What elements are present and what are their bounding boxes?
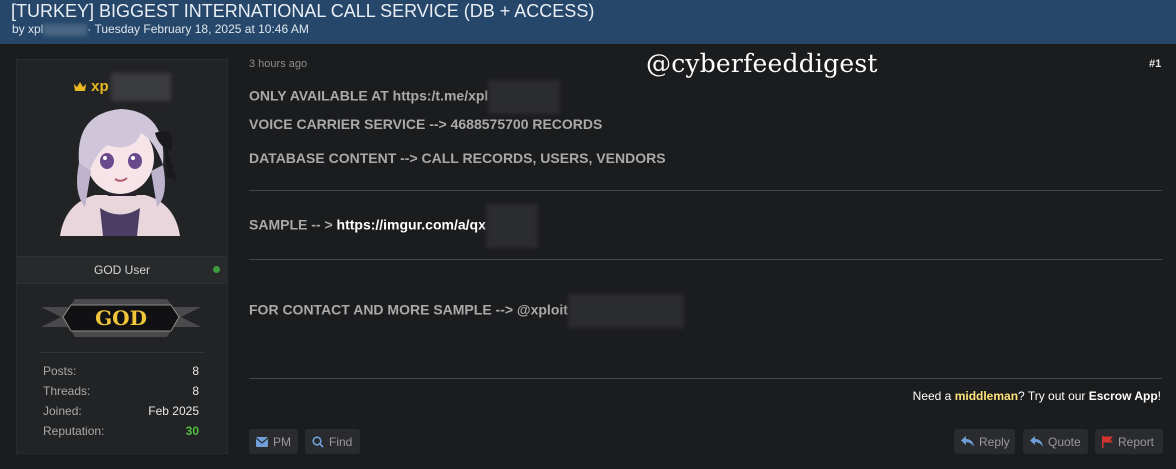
post-time[interactable]: 3 hours ago: [249, 58, 307, 70]
post-divider: [249, 190, 1162, 191]
escrow-text: ? Try out our: [1018, 389, 1089, 403]
username[interactable]: xp: [73, 73, 171, 101]
escrow-text: !: [1157, 389, 1161, 403]
stat-value: 8: [192, 364, 199, 378]
report-label: Report: [1118, 434, 1155, 449]
post-line-voice: VOICE CARRIER SERVICE --> 4688575700 REC…: [249, 116, 603, 132]
reply-icon: [961, 436, 974, 447]
flag-icon: [1102, 435, 1113, 448]
thread-title: [TURKEY] BIGGEST INTERNATIONAL CALL SERV…: [11, 1, 595, 21]
redacted-author: [43, 23, 88, 36]
rank-row: GOD User: [17, 256, 227, 284]
stat-joined: Joined: Feb 2025: [43, 404, 199, 418]
reply-label: Reply: [979, 434, 1010, 449]
stat-posts: Posts: 8: [43, 364, 199, 378]
redacted-username: [110, 73, 171, 101]
post-line-content: DATABASE CONTENT --> CALL RECORDS, USERS…: [249, 150, 666, 166]
stat-label: Posts:: [43, 364, 77, 378]
crown-icon: [73, 78, 91, 95]
reply-button[interactable]: Reply: [954, 429, 1015, 454]
divider: [39, 352, 205, 353]
escrow-text: Need a: [912, 389, 955, 403]
stat-value: 8: [192, 384, 199, 398]
redacted-sample: [485, 204, 538, 248]
report-button[interactable]: Report: [1095, 429, 1163, 454]
post-divider: [249, 259, 1162, 260]
thread-byline: by xpl · Tuesday February 18, 2025 at 10:…: [12, 22, 309, 36]
stat-label: Threads:: [43, 384, 91, 398]
rank-label: GOD User: [93, 263, 150, 277]
escrow-app-link[interactable]: Escrow App: [1089, 389, 1158, 403]
sample-label: SAMPLE -- >: [249, 216, 337, 233]
post-line-telegram: ONLY AVAILABLE AT https:/t.me/xpl: [249, 80, 561, 114]
online-indicator: [213, 266, 220, 273]
stat-reputation: Reputation: 30: [43, 424, 199, 438]
post-line-sample: SAMPLE -- > https://imgur.com/a/qx: [249, 204, 538, 248]
stat-label: Reputation:: [43, 424, 105, 438]
post-divider: [249, 378, 1162, 379]
envelope-icon: [256, 436, 268, 447]
pm-button[interactable]: PM: [249, 429, 298, 454]
username-text: xp: [91, 77, 109, 95]
quote-label: Quote: [1048, 434, 1081, 449]
post-date: · Tuesday February 18, 2025 at 10:46 AM: [87, 22, 309, 36]
find-button[interactable]: Find: [305, 429, 360, 454]
watermark: @cyberfeeddigest: [646, 49, 878, 78]
stat-value: Feb 2025: [148, 404, 199, 418]
redacted-telegram: [488, 80, 561, 114]
god-rank-badge: GOD: [41, 295, 201, 341]
sample-link[interactable]: https://imgur.com/a/qx: [337, 217, 486, 233]
thread-header: [TURKEY] BIGGEST INTERNATIONAL CALL SERV…: [0, 0, 1176, 44]
quote-icon: [1030, 436, 1043, 447]
stat-label: Joined:: [43, 404, 82, 418]
user-sidebar: xp GOD User GOD Posts: 8 Threads: 8 Join…: [16, 59, 228, 454]
post-number[interactable]: #1: [1149, 58, 1161, 70]
contact-text: FOR CONTACT AND MORE SAMPLE --> @xploit: [249, 301, 568, 318]
search-icon: [312, 435, 324, 448]
pm-label: PM: [273, 434, 291, 449]
middleman-link[interactable]: middleman: [955, 389, 1018, 403]
find-label: Find: [329, 434, 353, 449]
redacted-contact: [567, 294, 684, 328]
escrow-promo: Need a middleman? Try out our Escrow App…: [913, 389, 1161, 403]
avatar[interactable]: [55, 103, 185, 236]
stat-threads: Threads: 8: [43, 384, 199, 398]
post-line-contact: FOR CONTACT AND MORE SAMPLE --> @xploit: [249, 294, 684, 328]
author-link[interactable]: by xpl: [12, 22, 43, 36]
telegram-text: ONLY AVAILABLE AT https:/t.me/xpl: [249, 87, 489, 104]
god-badge-text: GOD: [95, 306, 147, 330]
quote-button[interactable]: Quote: [1023, 429, 1088, 454]
stat-value[interactable]: 30: [186, 424, 199, 438]
